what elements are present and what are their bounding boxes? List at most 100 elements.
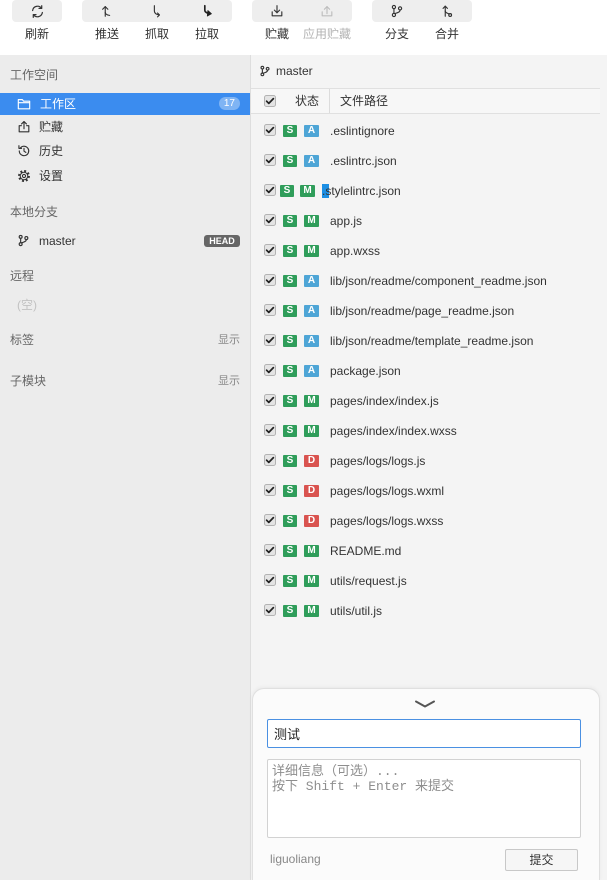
file-checkbox[interactable] <box>264 154 276 166</box>
current-branch: master <box>251 63 451 79</box>
file-row[interactable]: S Alib/json/readme/page_readme.json <box>251 296 600 326</box>
staged-badge: S <box>283 125 297 137</box>
staged-badge: S <box>283 215 297 227</box>
file-path[interactable]: lib/json/readme/component_readme.json <box>330 266 547 296</box>
apply-stash-label: 应用贮藏 <box>302 27 351 41</box>
file-path[interactable]: .eslintignore <box>330 116 395 146</box>
file-row[interactable]: S Mutils/request.js <box>251 566 600 596</box>
chevron-down-icon[interactable] <box>414 699 436 709</box>
sidebar-item-label: 工作区 <box>40 97 77 111</box>
file-checkbox[interactable] <box>264 334 276 346</box>
merge-label: 合并 <box>434 27 459 41</box>
file-checkbox[interactable] <box>264 604 276 616</box>
commit-summary-input[interactable] <box>267 719 581 748</box>
branch-icon <box>259 65 271 77</box>
file-path[interactable]: utils/request.js <box>330 566 407 596</box>
file-checkbox[interactable] <box>264 544 276 556</box>
folder-icon <box>17 97 31 111</box>
file-row[interactable]: S Mapp.js <box>251 206 600 236</box>
file-checkbox[interactable] <box>264 244 276 256</box>
file-checkbox[interactable] <box>264 214 276 226</box>
status-badge: A <box>304 125 319 137</box>
sidebar-item-history[interactable]: 历史 <box>0 140 250 162</box>
file-path[interactable]: pages/index/index.js <box>330 386 439 416</box>
file-checkbox[interactable] <box>264 304 276 316</box>
file-path[interactable]: pages/logs/logs.wxss <box>330 506 443 536</box>
submodules-header: 子模块 <box>10 374 47 388</box>
status-badge: D <box>304 485 319 497</box>
file-path[interactable]: utils/util.js <box>330 596 382 626</box>
sidebar-item-branch-master[interactable]: master HEAD <box>0 230 250 252</box>
sidebar-item-stash[interactable]: 贮藏 <box>0 116 250 138</box>
submodules-show-toggle[interactable]: 显示 <box>218 374 240 388</box>
pull-label: 拉取 <box>194 27 219 41</box>
tags-show-toggle[interactable]: 显示 <box>218 333 240 347</box>
file-path[interactable]: pages/logs/logs.js <box>330 446 425 476</box>
file-row[interactable]: S Dpages/logs/logs.js <box>251 446 600 476</box>
file-checkbox[interactable] <box>264 454 276 466</box>
file-row[interactable]: S Dpages/logs/logs.wxss <box>251 506 600 536</box>
staged-badge: S <box>283 485 297 497</box>
file-checkbox[interactable] <box>264 124 276 136</box>
file-row[interactable]: S A .eslintrc.json <box>251 146 600 176</box>
status-badge: A <box>304 365 319 377</box>
remote-empty-text: (空) <box>17 298 37 312</box>
file-path[interactable]: app.js <box>330 206 362 236</box>
merge-button[interactable]: 合并 <box>422 0 472 44</box>
file-path[interactable]: .stylelintrc.json <box>322 176 401 206</box>
file-path[interactable]: lib/json/readme/template_readme.json <box>330 326 533 356</box>
file-path[interactable]: lib/json/readme/page_readme.json <box>330 296 514 326</box>
file-row[interactable]: S Mpages/index/index.wxss <box>251 416 600 446</box>
file-path[interactable]: .eslintrc.json <box>330 146 397 176</box>
commit-panel: liguoliang 提交 <box>252 688 600 880</box>
status-column-header[interactable]: 状态 <box>295 89 319 113</box>
status-badge: A <box>304 275 319 287</box>
file-row[interactable]: S M .stylelintrc.json <box>251 176 600 206</box>
file-checkbox[interactable] <box>264 364 276 376</box>
file-row[interactable]: S Mutils/util.js <box>251 596 600 626</box>
status-badge: D <box>304 515 319 527</box>
file-path[interactable]: pages/index/index.wxss <box>330 416 457 446</box>
file-row[interactable]: S Dpages/logs/logs.wxml <box>251 476 600 506</box>
sidebar-item-label: 历史 <box>39 144 64 158</box>
sidebar-item-label: 贮藏 <box>39 120 64 134</box>
file-checkbox[interactable] <box>264 484 276 496</box>
file-path[interactable]: app.wxss <box>330 236 380 266</box>
select-all-checkbox[interactable] <box>264 95 276 107</box>
file-row[interactable]: S A .eslintignore <box>251 116 600 146</box>
file-checkbox[interactable] <box>264 274 276 286</box>
column-divider[interactable] <box>329 89 330 113</box>
status-badge: M <box>304 545 319 557</box>
file-path[interactable]: pages/logs/logs.wxml <box>330 476 444 506</box>
refresh-button[interactable]: 刷新 <box>12 0 62 44</box>
file-path[interactable]: README.md <box>330 536 401 566</box>
file-row[interactable]: S Mpages/index/index.js <box>251 386 600 416</box>
file-row[interactable]: S Mapp.wxss <box>251 236 600 266</box>
fetch-icon <box>132 0 182 22</box>
file-row[interactable]: S Alib/json/readme/template_readme.json <box>251 326 600 356</box>
tags-header: 标签 <box>10 333 35 347</box>
local-branches-header: 本地分支 <box>10 205 59 219</box>
commit-submit-button[interactable]: 提交 <box>505 849 578 871</box>
file-row[interactable]: S Alib/json/readme/component_readme.json <box>251 266 600 296</box>
file-row[interactable]: S Apackage.json <box>251 356 600 386</box>
stash-icon <box>252 0 302 22</box>
path-column-header[interactable]: 文件路径 <box>340 89 388 113</box>
file-checkbox[interactable] <box>264 394 276 406</box>
file-checkbox[interactable] <box>264 514 276 526</box>
commit-description-input[interactable] <box>267 759 581 838</box>
sidebar-item-workspace[interactable]: 工作区 17 <box>0 93 250 115</box>
staged-badge: S <box>283 455 297 467</box>
status-badge: D <box>304 455 319 467</box>
file-checkbox[interactable] <box>264 184 276 196</box>
file-row[interactable]: S M README.md <box>251 536 600 566</box>
file-checkbox[interactable] <box>264 574 276 586</box>
pull-button[interactable]: 拉取 <box>182 0 232 44</box>
apply-stash-button[interactable]: 应用贮藏 <box>302 0 352 44</box>
status-badge: M <box>304 245 319 257</box>
workspace-header: 工作空间 <box>10 68 59 82</box>
sidebar-item-settings[interactable]: 设置 <box>0 165 250 187</box>
staged-badge: S <box>283 425 297 437</box>
file-checkbox[interactable] <box>264 424 276 436</box>
file-path[interactable]: package.json <box>330 356 401 386</box>
